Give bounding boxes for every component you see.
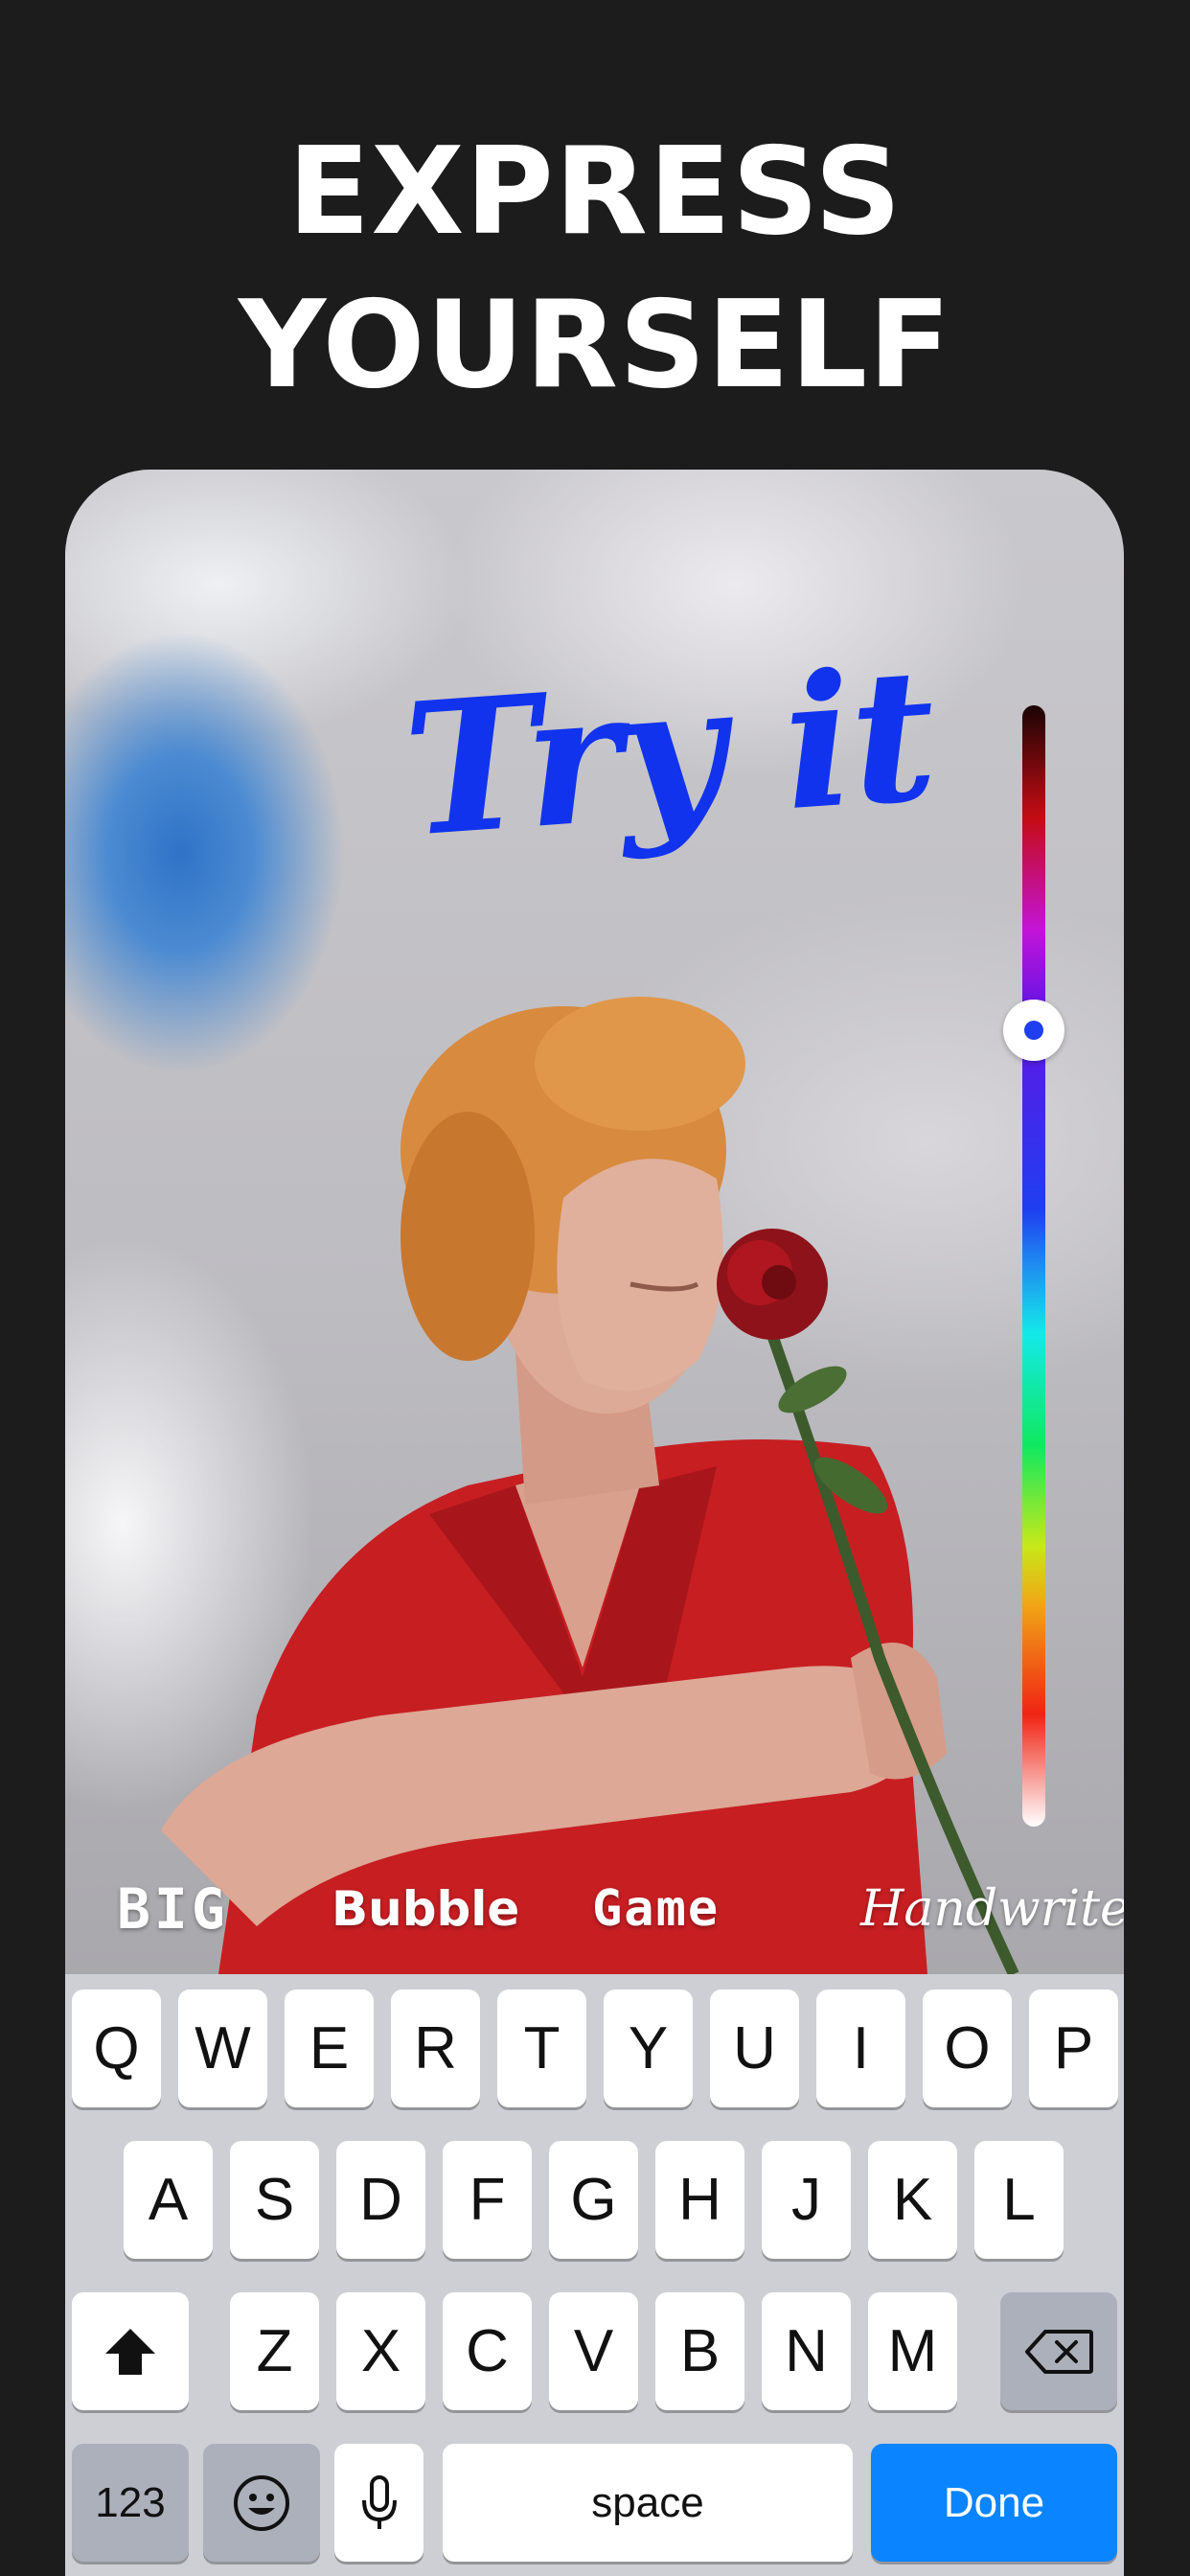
emoji-icon <box>234 2474 289 2531</box>
key-k[interactable]: K <box>868 2141 957 2259</box>
key-f[interactable]: F <box>443 2141 532 2259</box>
headline-line-2: YOURSELF <box>238 274 952 415</box>
key-i[interactable]: I <box>816 1990 905 2107</box>
microphone-key[interactable] <box>334 2444 423 2562</box>
key-j[interactable]: J <box>762 2141 851 2259</box>
shift-key[interactable] <box>72 2292 189 2410</box>
key-s[interactable]: S <box>230 2141 319 2259</box>
color-slider-thumb[interactable] <box>1003 1000 1064 1062</box>
key-c[interactable]: C <box>443 2292 532 2410</box>
key-w[interactable]: W <box>178 1990 267 2107</box>
key-p[interactable]: P <box>1029 1990 1118 2107</box>
key-y[interactable]: Y <box>604 1990 693 2107</box>
numbers-key[interactable]: 123 <box>72 2444 189 2562</box>
backspace-icon <box>1025 2329 1093 2374</box>
key-h[interactable]: H <box>655 2141 744 2259</box>
font-option-big[interactable]: BIG <box>117 1871 229 1947</box>
key-r[interactable]: R <box>391 1990 480 2107</box>
headline-line-1: EXPRESS <box>287 121 903 262</box>
font-option-handwrite[interactable]: Handwrite <box>860 1871 1124 1947</box>
key-t[interactable]: T <box>497 1990 586 2107</box>
overlay-text[interactable]: Try it <box>398 621 987 881</box>
key-v[interactable]: V <box>549 2292 638 2410</box>
key-q[interactable]: Q <box>72 1990 161 2107</box>
key-b[interactable]: B <box>655 2292 744 2410</box>
key-x[interactable]: X <box>336 2292 425 2410</box>
delete-key[interactable] <box>1000 2292 1117 2410</box>
headline: EXPRESS YOURSELF <box>0 115 1190 422</box>
font-option-bubble[interactable]: Bubble <box>332 1871 519 1947</box>
key-l[interactable]: L <box>974 2141 1064 2259</box>
phone-screen: Try it BIG Bubble Game Handwrite Q W E R… <box>65 470 1124 2576</box>
key-d[interactable]: D <box>336 2141 425 2259</box>
shift-icon <box>105 2328 155 2375</box>
space-key[interactable]: space <box>443 2444 853 2562</box>
key-z[interactable]: Z <box>230 2292 319 2410</box>
font-option-game[interactable]: Game <box>592 1871 720 1947</box>
key-a[interactable]: A <box>124 2141 213 2259</box>
keyboard: Q W E R T Y U I O P A S D F G H J K L Z … <box>65 1974 1124 2576</box>
done-key[interactable]: Done <box>871 2444 1117 2562</box>
key-g[interactable]: G <box>549 2141 638 2259</box>
key-m[interactable]: M <box>868 2292 957 2410</box>
color-slider-track[interactable] <box>1022 705 1045 1827</box>
key-e[interactable]: E <box>285 1990 374 2107</box>
key-o[interactable]: O <box>923 1990 1012 2107</box>
key-u[interactable]: U <box>710 1990 799 2107</box>
font-style-picker: BIG Bubble Game Handwrite <box>65 1871 1124 1947</box>
microphone-icon <box>361 2474 397 2529</box>
emoji-key[interactable] <box>203 2444 320 2562</box>
key-n[interactable]: N <box>762 2292 851 2410</box>
